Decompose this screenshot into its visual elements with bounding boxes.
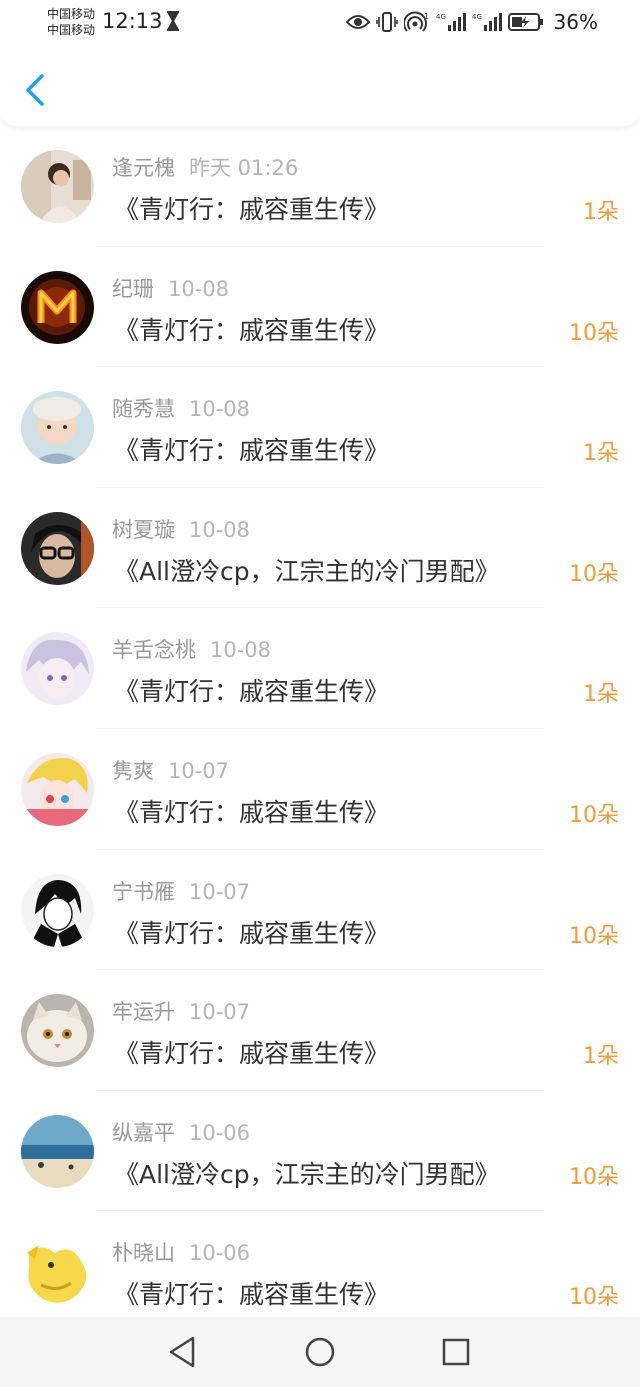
- flower-count: 1朵: [583, 682, 619, 708]
- sender-name: 纵嘉平: [112, 1120, 175, 1145]
- system-nav-bar: [0, 1317, 640, 1387]
- list-item[interactable]: 纪珊 10-08 《青灯行：戚容重生传》 10朵: [0, 247, 640, 368]
- hotspot-icon: 1: [403, 11, 429, 32]
- status-bar: 中国移动 中国移动 12:13 1 4G 4G 36%: [0, 0, 640, 44]
- svg-text:1: 1: [424, 12, 429, 21]
- book-title: 《青灯行：戚容重生传》: [114, 1280, 390, 1310]
- book-title: 《All澄冷cp，江宗主的冷门男配》: [114, 1159, 500, 1189]
- status-icons: 1 4G 4G 36%: [345, 9, 598, 35]
- send-date: 10-06: [189, 1120, 251, 1145]
- send-date: 10-08: [210, 638, 272, 663]
- flower-count: 10朵: [569, 561, 619, 587]
- signal-4g-icon-2: 4G: [472, 13, 502, 31]
- sender-meta: 朴晓山 10-06: [112, 1237, 250, 1267]
- book-title: 《青灯行：戚容重生传》: [114, 797, 390, 827]
- vibrate-icon: [375, 12, 398, 32]
- back-button[interactable]: [20, 70, 50, 110]
- avatar[interactable]: [21, 391, 94, 465]
- sender-meta: 宁书雁 10-07: [112, 876, 250, 906]
- sender-name: 随秀慧: [112, 397, 175, 422]
- send-date: 10-08: [189, 397, 251, 422]
- carrier-1: 中国移动: [47, 7, 96, 21]
- svg-text:4G: 4G: [472, 13, 482, 21]
- list-item[interactable]: 朴晓山 10-06 《青灯行：戚容重生传》 10朵: [0, 1211, 640, 1332]
- list-item[interactable]: 树夏璇 10-08 《All澄冷cp，江宗主的冷门男配》 10朵: [0, 488, 640, 609]
- book-title: 《青灯行：戚容重生传》: [114, 918, 390, 948]
- battery-percent: 36%: [553, 10, 598, 34]
- avatar[interactable]: [21, 150, 94, 223]
- sender-name: 逢元槐: [112, 156, 175, 180]
- list-item[interactable]: 逢元槐 昨天 01:26 《青灯行：戚容重生传》 1朵: [0, 126, 640, 247]
- battery-icon: [507, 13, 543, 31]
- header: [0, 44, 640, 126]
- flower-count: 10朵: [569, 1285, 619, 1311]
- flower-count: 10朵: [569, 923, 619, 949]
- carrier-label: 中国移动 中国移动: [47, 6, 95, 38]
- sender-meta: 牢运升 10-07: [112, 996, 250, 1026]
- book-title: 《青灯行：戚容重生传》: [114, 436, 390, 466]
- book-title: 《青灯行：戚容重生传》: [114, 195, 390, 224]
- sender-name: 宁书雁: [112, 879, 175, 904]
- avatar[interactable]: [21, 270, 94, 344]
- book-title: 《青灯行：戚容重生传》: [114, 677, 390, 707]
- list-item[interactable]: 牢运升 10-07 《青灯行：戚容重生传》 1朵: [0, 970, 640, 1091]
- sender-meta: 树夏璇 10-08: [112, 514, 250, 544]
- book-title: 《青灯行：戚容重生传》: [114, 315, 390, 345]
- send-date: 10-07: [189, 1000, 251, 1025]
- send-date: 10-08: [189, 517, 251, 542]
- send-date: 10-07: [168, 758, 230, 783]
- flower-count: 10朵: [569, 320, 619, 346]
- sender-meta: 羊舌念桃 10-08: [112, 634, 271, 664]
- sender-name: 牢运升: [112, 1000, 175, 1025]
- flower-count: 1朵: [583, 441, 619, 467]
- book-title: 《All澄冷cp，江宗主的冷门男配》: [114, 556, 500, 586]
- send-date: 10-08: [168, 276, 230, 301]
- status-time: 12:13: [102, 9, 163, 33]
- list-item[interactable]: 羊舌念桃 10-08 《青灯行：戚容重生传》 1朵: [0, 608, 640, 729]
- avatar[interactable]: [21, 994, 94, 1068]
- sender-name: 羊舌念桃: [112, 638, 196, 663]
- sender-name: 隽爽: [112, 758, 154, 783]
- flower-count: 10朵: [569, 1164, 619, 1190]
- nav-back-icon[interactable]: [163, 1332, 203, 1372]
- list-item[interactable]: 随秀慧 10-08 《青灯行：戚容重生传》 1朵: [0, 367, 640, 488]
- send-date: 10-06: [189, 1241, 251, 1266]
- book-title: 《青灯行：戚容重生传》: [114, 1039, 390, 1069]
- signal-4g-icon: 4G: [436, 13, 466, 31]
- avatar[interactable]: [21, 511, 94, 585]
- sender-meta: 纵嘉平 10-06: [112, 1117, 250, 1147]
- sender-name: 树夏璇: [112, 517, 175, 542]
- list-item[interactable]: 纵嘉平 10-06 《All澄冷cp，江宗主的冷门男配》 10朵: [0, 1091, 640, 1212]
- sender-meta: 逢元槐 昨天 01:26: [112, 152, 298, 182]
- send-date: 10-07: [189, 879, 251, 904]
- gift-list: 逢元槐 昨天 01:26 《青灯行：戚容重生传》 1朵 纪珊 10-08 《青灯行：…: [0, 126, 640, 1332]
- flower-count: 1朵: [583, 1044, 619, 1070]
- sender-name: 朴晓山: [112, 1241, 175, 1266]
- hourglass-icon: [167, 11, 179, 31]
- avatar[interactable]: [21, 1114, 94, 1188]
- avatar[interactable]: [21, 632, 94, 706]
- list-item[interactable]: 宁书雁 10-07 《青灯行：戚容重生传》 10朵: [0, 850, 640, 971]
- sender-name: 纪珊: [112, 276, 154, 301]
- nav-home-icon[interactable]: [300, 1332, 340, 1372]
- nav-recents-icon[interactable]: [436, 1332, 476, 1372]
- svg-text:4G: 4G: [436, 13, 446, 21]
- eye-icon: [345, 15, 370, 29]
- sender-meta: 隽爽 10-07: [112, 755, 229, 785]
- list-item[interactable]: 隽爽 10-07 《青灯行：戚容重生传》 10朵: [0, 729, 640, 850]
- sender-meta: 随秀慧 10-08: [112, 393, 250, 423]
- carrier-2: 中国移动: [47, 23, 96, 37]
- avatar[interactable]: [21, 1235, 94, 1309]
- avatar[interactable]: [21, 752, 94, 826]
- flower-count: 10朵: [569, 802, 619, 828]
- send-date: 昨天 01:26: [189, 156, 299, 180]
- flower-count: 1朵: [583, 200, 619, 225]
- sender-meta: 纪珊 10-08: [112, 273, 229, 303]
- avatar[interactable]: [21, 873, 94, 947]
